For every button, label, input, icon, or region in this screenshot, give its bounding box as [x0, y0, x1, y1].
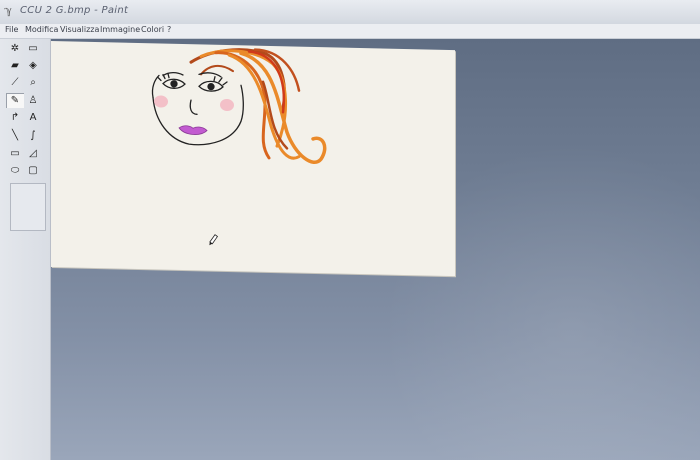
pencil-cursor-icon [209, 234, 219, 246]
airbrush-icon[interactable]: ↱ [6, 110, 24, 125]
line-icon[interactable]: ╲ [6, 128, 24, 143]
fill-icon[interactable]: ◈ [24, 58, 42, 73]
paint-window: ℽ CCU 2 G.bmp - Paint File Modifica Visu… [0, 0, 700, 460]
text-icon[interactable]: A [24, 110, 42, 125]
title-bar: ℽ CCU 2 G.bmp - Paint [0, 0, 700, 25]
free-select-icon[interactable]: ✲ [6, 41, 24, 56]
rect-select-icon[interactable]: ▭ [24, 41, 42, 56]
menu-help[interactable]: ? [165, 25, 173, 34]
left-blush [154, 95, 168, 108]
hair-drawing [189, 48, 327, 164]
canvas-drawing [151, 48, 327, 246]
menu-file[interactable]: File [3, 25, 20, 34]
window-title: CCU 2 G.bmp - Paint [20, 5, 129, 16]
color-picker-icon[interactable]: ⟋ [6, 75, 24, 90]
eraser-icon[interactable]: ▰ [6, 58, 24, 73]
menu-immagine[interactable]: Immagine [98, 25, 142, 34]
menu-visualizza[interactable]: Visualizza [58, 25, 101, 34]
polygon-icon[interactable]: ◿ [24, 146, 42, 161]
curve-icon[interactable]: ∫ [24, 128, 42, 143]
rectangle-icon[interactable]: ▭ [6, 146, 24, 161]
lips-drawing [178, 125, 208, 135]
pencil-icon[interactable]: ✎ [6, 93, 24, 108]
drawing-canvas[interactable] [51, 41, 455, 277]
rounded-rect-icon[interactable]: ▢ [24, 163, 42, 178]
paint-app-icon[interactable]: ℽ [4, 5, 16, 17]
menu-bar: File Modifica Visualizza Immagine Colori… [0, 24, 700, 39]
right-blush [220, 98, 234, 111]
tool-options-box[interactable] [10, 183, 46, 231]
brush-icon[interactable]: ♙ [24, 93, 42, 108]
ellipse-icon[interactable]: ⬭ [6, 163, 24, 178]
toolbox: ✲ ▭ ▰ ◈ ⟋ ⌕ ✎ ♙ ↱ A ╲ ∫ ▭ ◿ ⬭ ▢ [0, 39, 51, 460]
menu-colori[interactable]: Colori [139, 25, 166, 34]
magnifier-icon[interactable]: ⌕ [24, 75, 42, 90]
menu-modifica[interactable]: Modifica [23, 25, 60, 34]
